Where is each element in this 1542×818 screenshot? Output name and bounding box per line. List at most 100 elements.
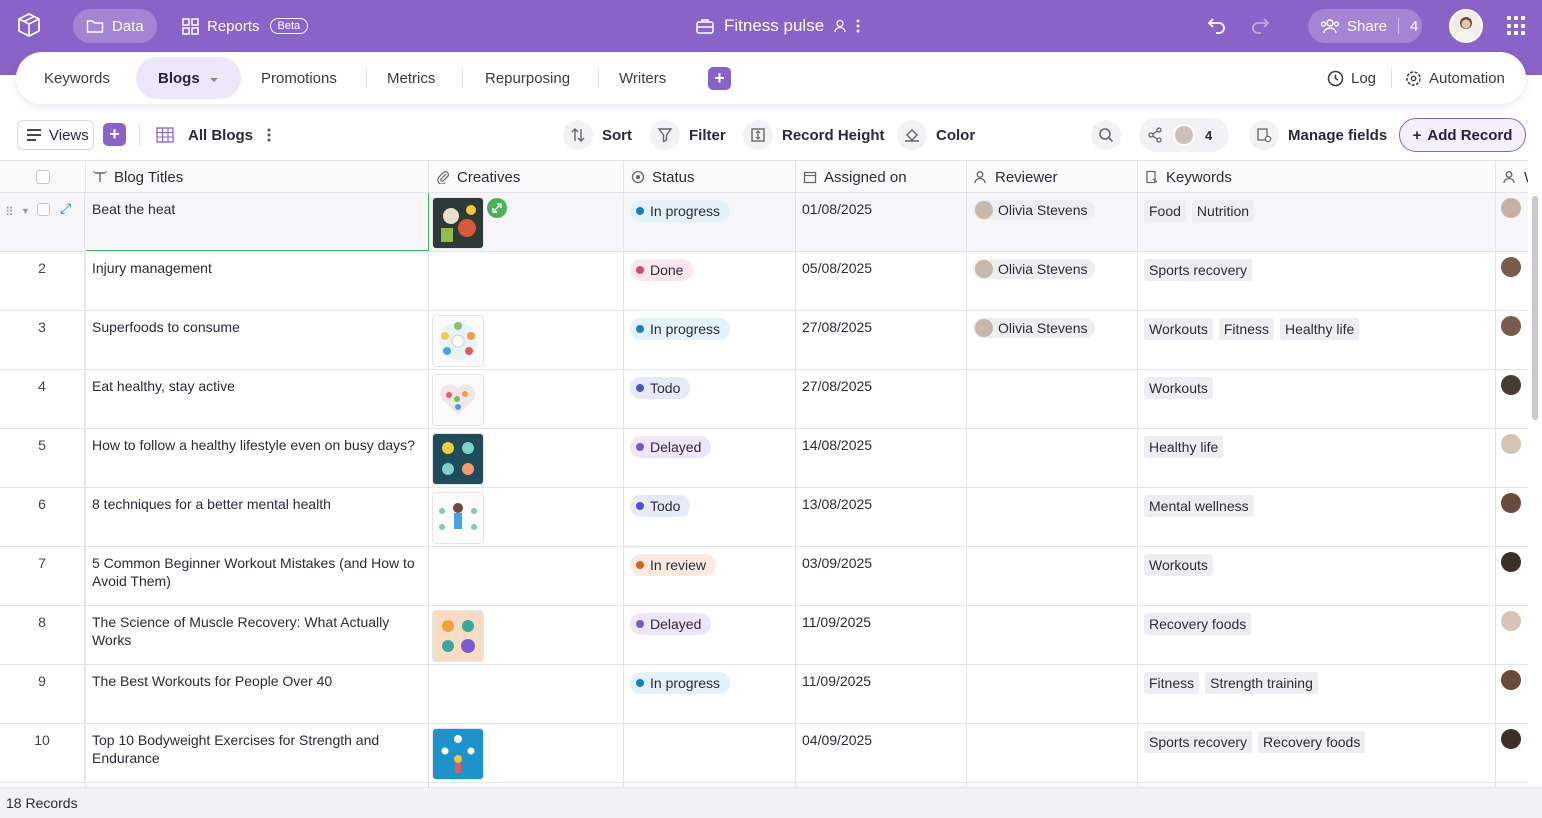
row-number[interactable]: ⠿ ▼ ⤢	[0, 193, 85, 251]
creatives-cell[interactable]	[429, 606, 624, 664]
table-row[interactable]: 8 The Science of Muscle Recovery: What Ac…	[0, 606, 1528, 665]
row-number[interactable]: 2	[0, 252, 85, 310]
column-writer[interactable]: W	[1496, 161, 1528, 193]
creative-thumbnail[interactable]	[432, 433, 484, 485]
reviewer-cell[interactable]	[967, 370, 1138, 428]
assigned-on-cell[interactable]: 11/09/2025	[796, 665, 967, 723]
filter-button[interactable]: Filter	[650, 118, 726, 152]
assigned-on-cell[interactable]: 05/08/2025	[796, 252, 967, 310]
status-cell[interactable]	[624, 724, 796, 782]
table-row[interactable]: 2 Injury management Done 05/08/2025 Olivia S…	[0, 252, 1528, 311]
creatives-cell[interactable]	[429, 252, 624, 310]
creatives-cell[interactable]	[429, 724, 624, 782]
status-cell[interactable]: In review	[624, 547, 796, 605]
table-row[interactable]: 75 Common Beginner Workout Mistakes (and…	[0, 547, 1528, 606]
writer-avatar[interactable]	[1501, 198, 1521, 218]
redo-icon[interactable]	[1250, 15, 1270, 35]
table-row[interactable]: 10 Top 10 Bodyweight Exercises for Streng…	[0, 724, 1528, 783]
writer-avatar[interactable]	[1501, 257, 1521, 277]
automation-button[interactable]: Automation	[1405, 52, 1505, 104]
blog-title-cell[interactable]: Top 10 Bodyweight Exercises for Strength…	[86, 724, 429, 782]
table-row[interactable]: 5 How to follow a healthy lifestyle even …	[0, 429, 1528, 488]
keywords-cell[interactable]: Recovery foods	[1138, 606, 1496, 664]
base-title[interactable]: Fitness pulse	[696, 9, 860, 43]
keywords-cell[interactable]: Workouts	[1138, 370, 1496, 428]
table-row[interactable]: 9 The Best Workouts for People Over 40 In …	[0, 665, 1528, 724]
writer-avatar[interactable]	[1501, 729, 1521, 749]
blog-title-cell[interactable]: Injury management	[86, 252, 429, 310]
add-record-button[interactable]: + Add Record	[1399, 118, 1526, 152]
reviewer-cell[interactable]	[967, 547, 1138, 605]
writer-avatar[interactable]	[1501, 375, 1521, 395]
log-button[interactable]: Log	[1327, 52, 1376, 104]
user-avatar[interactable]	[1449, 9, 1483, 43]
creatives-cell[interactable]	[429, 547, 624, 605]
keywords-cell[interactable]: Sports recovery	[1138, 252, 1496, 310]
blog-title-cell[interactable]: 5 Common Beginner Workout Mistakes (and …	[86, 547, 429, 605]
column-blog-titles[interactable]: Blog Titles	[86, 161, 429, 193]
assigned-on-cell[interactable]: 27/08/2025	[796, 370, 967, 428]
writer-avatar[interactable]	[1501, 493, 1521, 513]
row-number[interactable]: 9	[0, 665, 85, 723]
tab-metrics[interactable]: Metrics	[387, 52, 435, 104]
undo-icon[interactable]	[1207, 15, 1227, 35]
creatives-cell[interactable]	[429, 370, 624, 428]
blog-title-cell[interactable]: Eat healthy, stay active	[86, 370, 429, 428]
keywords-cell[interactable]: Healthy life	[1138, 429, 1496, 487]
reviewer-cell[interactable]	[967, 488, 1138, 546]
keywords-cell[interactable]: Food Nutrition	[1138, 193, 1496, 251]
data-button[interactable]: Data	[73, 9, 157, 43]
assigned-on-cell[interactable]: 13/08/2025	[796, 488, 967, 546]
collaborators-button[interactable]: 4	[1139, 118, 1229, 152]
blog-title-cell[interactable]: The Best Workouts for People Over 40	[86, 665, 429, 723]
assigned-on-cell[interactable]: 01/08/2025	[796, 193, 967, 251]
reports-button[interactable]: Reports Beta	[182, 9, 309, 43]
add-view-button[interactable]: +	[103, 123, 126, 146]
blog-title-cell[interactable]: Beat the heat	[86, 193, 507, 251]
writer-avatar[interactable]	[1501, 316, 1521, 336]
row-checkbox[interactable]	[37, 203, 50, 216]
tab-repurposing[interactable]: Repurposing	[485, 52, 570, 104]
assigned-on-cell[interactable]: 03/09/2025	[796, 547, 967, 605]
status-cell[interactable]: Delayed	[624, 429, 796, 487]
app-launcher-icon[interactable]	[1507, 16, 1527, 36]
creative-thumbnail[interactable]	[432, 374, 484, 426]
column-status[interactable]: Status	[624, 161, 796, 193]
status-cell[interactable]: Done	[624, 252, 796, 310]
expand-record-icon[interactable]: ⤢	[60, 199, 71, 217]
tab-writers[interactable]: Writers	[619, 52, 666, 104]
keywords-cell[interactable]: Fitness Strength training	[1138, 665, 1496, 723]
sort-button[interactable]: Sort	[563, 118, 632, 152]
reviewer-cell[interactable]	[967, 606, 1138, 664]
row-number[interactable]: 6	[0, 488, 85, 546]
column-reviewer[interactable]: Reviewer	[967, 161, 1138, 193]
share-button[interactable]: Share 4	[1308, 9, 1422, 43]
row-number[interactable]: 5	[0, 429, 85, 487]
add-table-button[interactable]: +	[708, 67, 731, 90]
reviewer-cell[interactable]	[967, 429, 1138, 487]
writer-avatar[interactable]	[1501, 611, 1521, 631]
reviewer-cell[interactable]: Olivia Stevens	[967, 311, 1138, 369]
creative-thumbnail[interactable]	[432, 315, 484, 367]
table-row[interactable]: 6 8 techniques for a better mental health…	[0, 488, 1528, 547]
writer-avatar[interactable]	[1501, 552, 1521, 572]
reviewer-cell[interactable]	[967, 724, 1138, 782]
search-button[interactable]	[1091, 120, 1121, 150]
column-keywords[interactable]: Keywords	[1138, 161, 1496, 193]
blog-title-cell[interactable]: 8 techniques for a better mental health	[86, 488, 429, 546]
creative-thumbnail[interactable]	[432, 492, 484, 544]
status-cell[interactable]: In progress	[624, 193, 796, 251]
views-button[interactable]: Views	[17, 120, 94, 150]
assigned-on-cell[interactable]: 14/08/2025	[796, 429, 967, 487]
writer-avatar[interactable]	[1501, 670, 1521, 690]
drag-handle-icon[interactable]: ⠿	[5, 203, 14, 221]
keywords-cell[interactable]: Workouts	[1138, 547, 1496, 605]
keywords-cell[interactable]: Sports recovery Recovery foods	[1138, 724, 1496, 782]
status-cell[interactable]: In progress	[624, 665, 796, 723]
row-number[interactable]: 10	[0, 724, 85, 782]
reviewer-cell[interactable]: Olivia Stevens	[967, 252, 1138, 310]
row-number[interactable]: 3	[0, 311, 85, 369]
tab-blogs[interactable]: Blogs	[136, 57, 241, 99]
manage-fields-button[interactable]: Manage fields	[1249, 118, 1387, 152]
row-number[interactable]: 8	[0, 606, 85, 664]
